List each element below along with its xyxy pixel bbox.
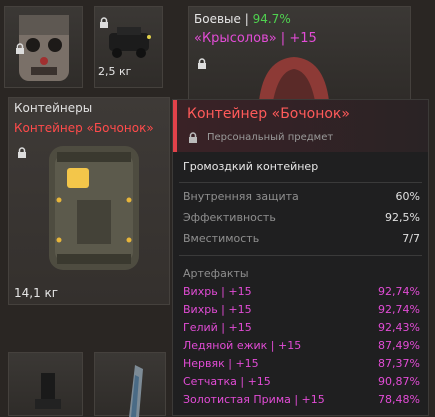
- artifact-value: 92,74%: [378, 303, 420, 316]
- item-tooltip: Контейнер «Бочонок» Персональный предмет…: [172, 99, 429, 416]
- artifact-value: 92,74%: [378, 285, 420, 298]
- artifact-row: Вихрь | +15 92,74%: [183, 285, 420, 301]
- slot-weight: 2,5 кг: [98, 65, 132, 78]
- artifacts-heading: Артефакты: [183, 267, 249, 280]
- lock-icon: [98, 17, 110, 29]
- artifact-value: 78,48%: [378, 393, 420, 406]
- artifact-row: Ледяной ежик | +15 87,49%: [183, 339, 420, 355]
- stat-row: Вместимость 7/7: [183, 232, 420, 248]
- artifact-value: 87,37%: [378, 357, 420, 370]
- artifact-name: Вихрь | +15: [183, 303, 252, 316]
- lock-icon: [196, 58, 208, 70]
- lock-icon: [16, 147, 28, 159]
- artifact-row: Золотистая Прима | +15 78,48%: [183, 393, 420, 409]
- artifact-value: 87,49%: [378, 339, 420, 352]
- barrel-container-icon: [49, 146, 139, 270]
- artifact-row: Гелий | +15 92,43%: [183, 321, 420, 337]
- artifact-name: Золотистая Прима | +15: [183, 393, 325, 406]
- artifact-name: Гелий | +15: [183, 321, 252, 334]
- artifact-row: Вихрь | +15 92,74%: [183, 303, 420, 319]
- stat-value: 7/7: [402, 232, 420, 245]
- stat-row: Эффективность 92,5%: [183, 211, 420, 227]
- bottom-slot-1[interactable]: [8, 352, 83, 416]
- stat-separator: |: [244, 12, 249, 26]
- armor-icon: [259, 57, 329, 101]
- stat-label: Внутренняя защита: [183, 190, 299, 203]
- artifact-value: 92,43%: [378, 321, 420, 334]
- stat-value: 92,5%: [385, 211, 420, 224]
- stat-label: Боевые: [194, 12, 241, 26]
- containers-heading: Контейнеры: [14, 101, 93, 115]
- stat-row: Внутренняя защита 60%: [183, 190, 420, 206]
- stat-label: Вместимость: [183, 232, 260, 245]
- artifact-row: Нервяк | +15 87,37%: [183, 357, 420, 373]
- stat-percent: 94.7%: [252, 12, 291, 26]
- stat-value: 60%: [395, 190, 420, 203]
- tooltip-title: Контейнер «Бочонок»: [187, 106, 350, 122]
- artifact-name: Ледяной ежик | +15: [183, 339, 302, 352]
- night-vision-icon: [109, 27, 151, 58]
- bottom-slot-2[interactable]: [94, 352, 166, 417]
- character-name: «Крысолов» | +15: [194, 31, 317, 46]
- character-stats: Боевые | 94.7%: [194, 12, 291, 26]
- container-weight: 14,1 кг: [14, 286, 59, 300]
- stat-label: Эффективность: [183, 211, 276, 224]
- artifact-name: Нервяк | +15: [183, 357, 259, 370]
- artifact-row: Сетчатка | +15 90,87%: [183, 375, 420, 391]
- knife-icon: [129, 365, 143, 417]
- artifact-name: Сетчатка | +15: [183, 375, 271, 388]
- lock-icon: [14, 43, 26, 55]
- divider: [179, 255, 422, 256]
- tooltip-header: Контейнер «Бочонок» Персональный предмет: [173, 100, 428, 152]
- artifact-name: Вихрь | +15: [183, 285, 252, 298]
- lock-icon: [187, 132, 199, 144]
- artifact-value: 90,87%: [378, 375, 420, 388]
- tooltip-subtitle: Персональный предмет: [207, 132, 334, 143]
- attachment-icon: [35, 373, 61, 409]
- container-name: Контейнер «Бочонок»: [14, 121, 154, 135]
- tooltip-description: Громоздкий контейнер: [183, 160, 319, 173]
- divider: [179, 182, 422, 183]
